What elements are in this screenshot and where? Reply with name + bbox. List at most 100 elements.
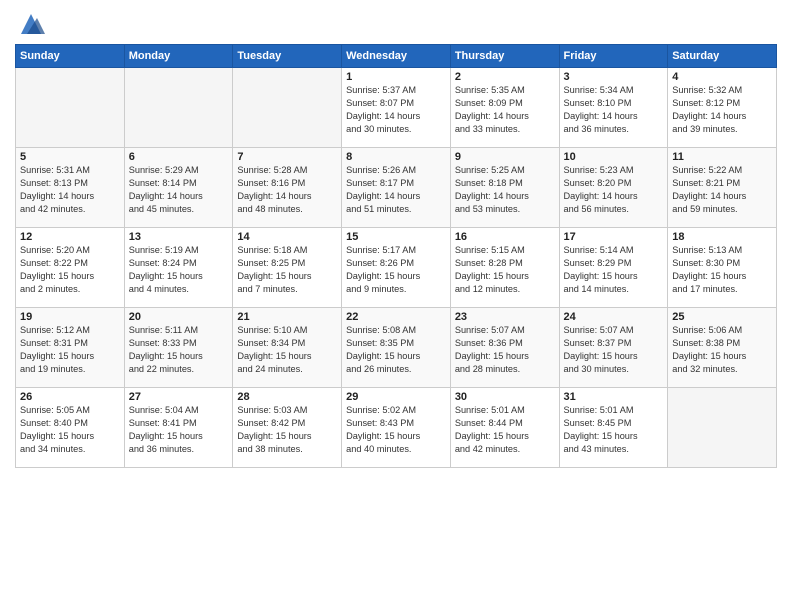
day-number: 22 [346, 311, 446, 323]
day-number: 2 [455, 71, 555, 83]
day-number: 16 [455, 231, 555, 243]
day-info: Sunrise: 5:01 AM Sunset: 8:45 PM Dayligh… [564, 404, 664, 456]
day-number: 29 [346, 391, 446, 403]
calendar-cell: 30Sunrise: 5:01 AM Sunset: 8:44 PM Dayli… [450, 388, 559, 468]
day-number: 19 [20, 311, 120, 323]
logo [15, 10, 45, 38]
day-number: 18 [672, 231, 772, 243]
calendar-cell: 12Sunrise: 5:20 AM Sunset: 8:22 PM Dayli… [16, 228, 125, 308]
day-info: Sunrise: 5:15 AM Sunset: 8:28 PM Dayligh… [455, 244, 555, 296]
day-info: Sunrise: 5:29 AM Sunset: 8:14 PM Dayligh… [129, 164, 229, 216]
day-number: 28 [237, 391, 337, 403]
calendar-cell [668, 388, 777, 468]
day-number: 7 [237, 151, 337, 163]
calendar-week-row: 19Sunrise: 5:12 AM Sunset: 8:31 PM Dayli… [16, 308, 777, 388]
day-info: Sunrise: 5:19 AM Sunset: 8:24 PM Dayligh… [129, 244, 229, 296]
header-row: SundayMondayTuesdayWednesdayThursdayFrid… [16, 45, 777, 68]
calendar-cell: 21Sunrise: 5:10 AM Sunset: 8:34 PM Dayli… [233, 308, 342, 388]
calendar-cell: 27Sunrise: 5:04 AM Sunset: 8:41 PM Dayli… [124, 388, 233, 468]
day-number: 20 [129, 311, 229, 323]
calendar-cell: 13Sunrise: 5:19 AM Sunset: 8:24 PM Dayli… [124, 228, 233, 308]
day-number: 4 [672, 71, 772, 83]
calendar-cell: 31Sunrise: 5:01 AM Sunset: 8:45 PM Dayli… [559, 388, 668, 468]
calendar-cell: 5Sunrise: 5:31 AM Sunset: 8:13 PM Daylig… [16, 148, 125, 228]
calendar-week-row: 5Sunrise: 5:31 AM Sunset: 8:13 PM Daylig… [16, 148, 777, 228]
day-info: Sunrise: 5:20 AM Sunset: 8:22 PM Dayligh… [20, 244, 120, 296]
day-info: Sunrise: 5:32 AM Sunset: 8:12 PM Dayligh… [672, 84, 772, 136]
day-info: Sunrise: 5:03 AM Sunset: 8:42 PM Dayligh… [237, 404, 337, 456]
day-number: 27 [129, 391, 229, 403]
calendar-cell [16, 68, 125, 148]
weekday-header: Wednesday [342, 45, 451, 68]
calendar-cell: 18Sunrise: 5:13 AM Sunset: 8:30 PM Dayli… [668, 228, 777, 308]
calendar-cell: 16Sunrise: 5:15 AM Sunset: 8:28 PM Dayli… [450, 228, 559, 308]
day-number: 13 [129, 231, 229, 243]
calendar-table: SundayMondayTuesdayWednesdayThursdayFrid… [15, 44, 777, 468]
day-number: 30 [455, 391, 555, 403]
calendar-cell: 29Sunrise: 5:02 AM Sunset: 8:43 PM Dayli… [342, 388, 451, 468]
day-info: Sunrise: 5:11 AM Sunset: 8:33 PM Dayligh… [129, 324, 229, 376]
calendar-cell: 6Sunrise: 5:29 AM Sunset: 8:14 PM Daylig… [124, 148, 233, 228]
calendar-cell: 25Sunrise: 5:06 AM Sunset: 8:38 PM Dayli… [668, 308, 777, 388]
day-number: 31 [564, 391, 664, 403]
calendar-cell: 26Sunrise: 5:05 AM Sunset: 8:40 PM Dayli… [16, 388, 125, 468]
weekday-header: Monday [124, 45, 233, 68]
day-info: Sunrise: 5:06 AM Sunset: 8:38 PM Dayligh… [672, 324, 772, 376]
day-number: 21 [237, 311, 337, 323]
calendar-cell: 8Sunrise: 5:26 AM Sunset: 8:17 PM Daylig… [342, 148, 451, 228]
weekday-header: Tuesday [233, 45, 342, 68]
calendar-cell [233, 68, 342, 148]
weekday-header: Sunday [16, 45, 125, 68]
day-number: 15 [346, 231, 446, 243]
day-info: Sunrise: 5:02 AM Sunset: 8:43 PM Dayligh… [346, 404, 446, 456]
calendar-cell: 17Sunrise: 5:14 AM Sunset: 8:29 PM Dayli… [559, 228, 668, 308]
calendar-cell: 11Sunrise: 5:22 AM Sunset: 8:21 PM Dayli… [668, 148, 777, 228]
header [15, 10, 777, 38]
page: SundayMondayTuesdayWednesdayThursdayFrid… [0, 0, 792, 612]
weekday-header: Friday [559, 45, 668, 68]
day-info: Sunrise: 5:07 AM Sunset: 8:36 PM Dayligh… [455, 324, 555, 376]
day-number: 14 [237, 231, 337, 243]
day-number: 11 [672, 151, 772, 163]
day-info: Sunrise: 5:12 AM Sunset: 8:31 PM Dayligh… [20, 324, 120, 376]
day-info: Sunrise: 5:31 AM Sunset: 8:13 PM Dayligh… [20, 164, 120, 216]
calendar-cell: 19Sunrise: 5:12 AM Sunset: 8:31 PM Dayli… [16, 308, 125, 388]
weekday-header: Saturday [668, 45, 777, 68]
calendar-cell: 3Sunrise: 5:34 AM Sunset: 8:10 PM Daylig… [559, 68, 668, 148]
day-number: 8 [346, 151, 446, 163]
calendar-cell [124, 68, 233, 148]
day-info: Sunrise: 5:22 AM Sunset: 8:21 PM Dayligh… [672, 164, 772, 216]
calendar-week-row: 12Sunrise: 5:20 AM Sunset: 8:22 PM Dayli… [16, 228, 777, 308]
day-info: Sunrise: 5:01 AM Sunset: 8:44 PM Dayligh… [455, 404, 555, 456]
day-info: Sunrise: 5:13 AM Sunset: 8:30 PM Dayligh… [672, 244, 772, 296]
day-info: Sunrise: 5:17 AM Sunset: 8:26 PM Dayligh… [346, 244, 446, 296]
calendar-cell: 28Sunrise: 5:03 AM Sunset: 8:42 PM Dayli… [233, 388, 342, 468]
day-info: Sunrise: 5:07 AM Sunset: 8:37 PM Dayligh… [564, 324, 664, 376]
day-info: Sunrise: 5:04 AM Sunset: 8:41 PM Dayligh… [129, 404, 229, 456]
day-number: 26 [20, 391, 120, 403]
day-info: Sunrise: 5:28 AM Sunset: 8:16 PM Dayligh… [237, 164, 337, 216]
day-number: 5 [20, 151, 120, 163]
day-number: 23 [455, 311, 555, 323]
day-info: Sunrise: 5:08 AM Sunset: 8:35 PM Dayligh… [346, 324, 446, 376]
day-number: 6 [129, 151, 229, 163]
calendar-cell: 24Sunrise: 5:07 AM Sunset: 8:37 PM Dayli… [559, 308, 668, 388]
calendar-cell: 23Sunrise: 5:07 AM Sunset: 8:36 PM Dayli… [450, 308, 559, 388]
day-info: Sunrise: 5:05 AM Sunset: 8:40 PM Dayligh… [20, 404, 120, 456]
day-info: Sunrise: 5:14 AM Sunset: 8:29 PM Dayligh… [564, 244, 664, 296]
calendar-week-row: 26Sunrise: 5:05 AM Sunset: 8:40 PM Dayli… [16, 388, 777, 468]
day-number: 24 [564, 311, 664, 323]
logo-icon [17, 10, 45, 38]
day-info: Sunrise: 5:18 AM Sunset: 8:25 PM Dayligh… [237, 244, 337, 296]
calendar-cell: 1Sunrise: 5:37 AM Sunset: 8:07 PM Daylig… [342, 68, 451, 148]
day-number: 3 [564, 71, 664, 83]
day-info: Sunrise: 5:25 AM Sunset: 8:18 PM Dayligh… [455, 164, 555, 216]
day-number: 10 [564, 151, 664, 163]
day-number: 1 [346, 71, 446, 83]
calendar-cell: 9Sunrise: 5:25 AM Sunset: 8:18 PM Daylig… [450, 148, 559, 228]
calendar-cell: 2Sunrise: 5:35 AM Sunset: 8:09 PM Daylig… [450, 68, 559, 148]
calendar-cell: 10Sunrise: 5:23 AM Sunset: 8:20 PM Dayli… [559, 148, 668, 228]
calendar-cell: 14Sunrise: 5:18 AM Sunset: 8:25 PM Dayli… [233, 228, 342, 308]
day-info: Sunrise: 5:10 AM Sunset: 8:34 PM Dayligh… [237, 324, 337, 376]
day-number: 12 [20, 231, 120, 243]
